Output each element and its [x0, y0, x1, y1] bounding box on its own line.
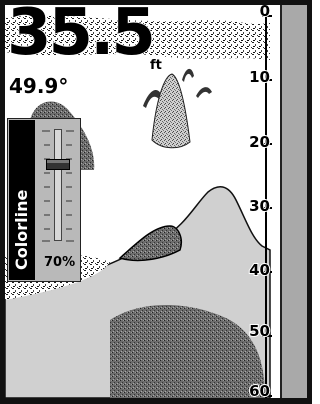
- depth-label-30: 30: [248, 196, 271, 216]
- depth-label-50: 50: [248, 321, 271, 341]
- depth-label-10: 10: [248, 67, 271, 87]
- colorline-value: 70%: [44, 255, 76, 270]
- colorline-title-box: Colorline: [9, 120, 35, 280]
- fish-arch: [196, 87, 212, 98]
- colorline-slider-thumb[interactable]: [46, 159, 70, 170]
- fish-arch: [182, 68, 194, 82]
- bait-school: [151, 73, 191, 149]
- colorline-title: Colorline: [12, 189, 31, 270]
- depth-label-0: 0: [259, 1, 271, 21]
- colorline-slider-track[interactable]: [54, 129, 62, 241]
- colorline-panel: Colorline 70%: [7, 118, 81, 282]
- depth-readout: 35.5: [6, 0, 156, 71]
- depth-unit: ft: [150, 58, 162, 73]
- water-temperature: 49.9°: [9, 74, 69, 99]
- zoom-bar: [280, 5, 307, 398]
- depth-label-60: 60: [248, 381, 271, 401]
- sonar-screen: 2 X 4 X 0 10 20 30 40 50 60 35.5 ft 49.9…: [0, 0, 312, 404]
- depth-label-40: 40: [248, 260, 271, 280]
- depth-label-20: 20: [248, 132, 271, 152]
